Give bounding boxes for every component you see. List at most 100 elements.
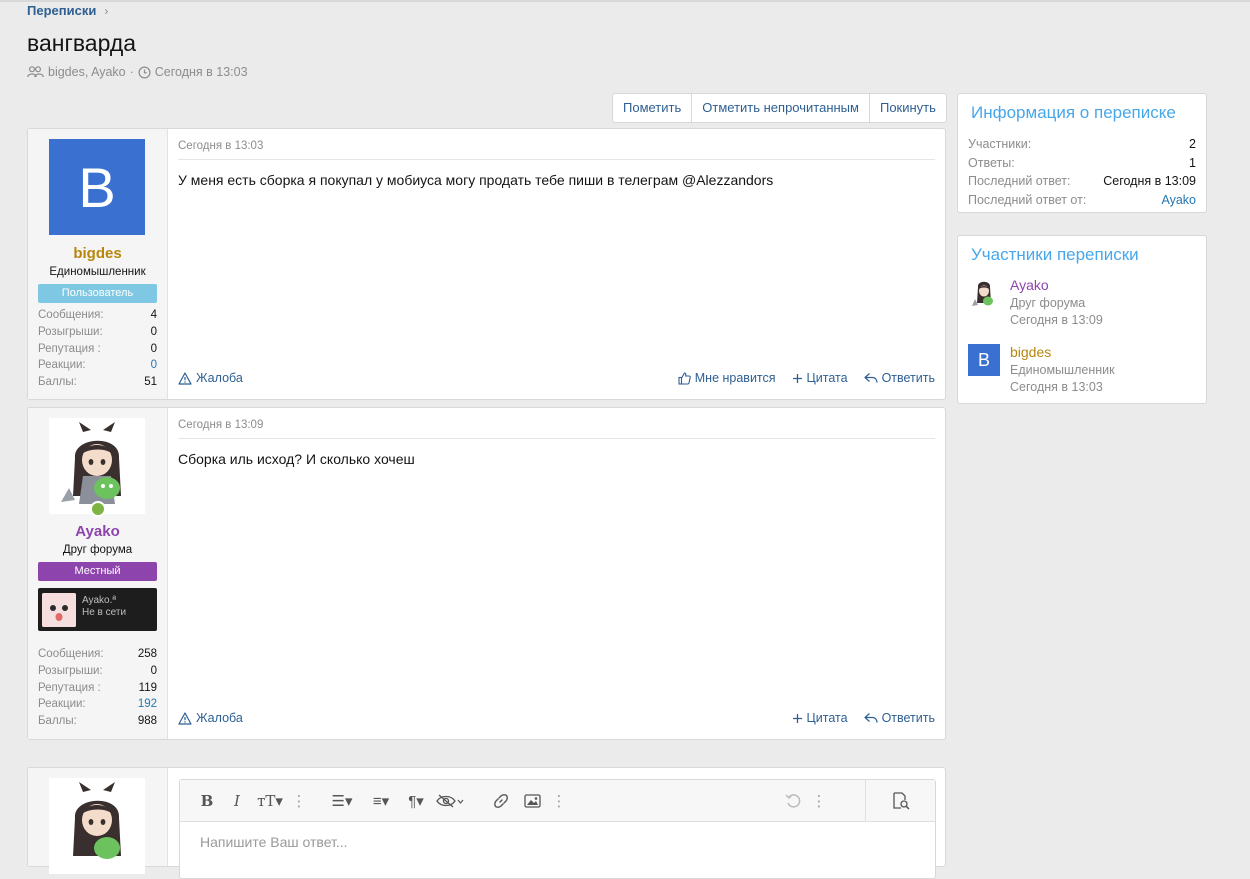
reply-input[interactable]: Напишите Ваш ответ... — [200, 834, 348, 850]
quote-label: Цитата — [806, 711, 848, 725]
info-value: 1 — [1189, 155, 1196, 170]
message-actions: Жалоба Цитата Ответить — [178, 711, 935, 725]
stat-row: Репутация : 0 — [38, 341, 157, 358]
preview-icon — [892, 791, 910, 810]
divider — [178, 438, 935, 439]
stat-row: Реакции: 192 — [38, 696, 157, 713]
stat-row: Розыгрыши: 0 — [38, 324, 157, 341]
stat-value[interactable]: 192 — [138, 696, 157, 713]
stat-value: 119 — [138, 681, 157, 694]
page-title: вангварда — [27, 30, 137, 56]
bold-icon[interactable]: B — [192, 786, 222, 816]
align-icon[interactable]: ≡▾ — [362, 786, 400, 816]
chevron-right-icon: › — [104, 3, 109, 18]
user-title: Друг форума — [62, 544, 133, 556]
stat-value[interactable]: 0 — [151, 357, 157, 374]
mark-unread-button[interactable]: Отметить непрочитанным — [691, 94, 869, 122]
participant-name[interactable]: bigdes — [1010, 344, 1115, 360]
participant-item[interactable]: Ayako Друг форума Сегодня в 13:09 — [968, 277, 1103, 327]
reply-editor: B I тТ▾ ⋮ ☰▾ ≡▾ ¶▾ ⋮ ⋮ Напишите Ваш отве… — [179, 779, 936, 879]
message-user-cell: Ayako Друг форума Местный Ayako.ª Не в с… — [28, 408, 168, 739]
quote-button[interactable]: Цитата — [792, 711, 848, 725]
image-icon[interactable] — [516, 786, 548, 816]
leave-button[interactable]: Покинуть — [868, 94, 946, 122]
divider — [178, 159, 935, 160]
message-actions: Жалоба Мне нравится Цитата Ответить — [178, 371, 935, 385]
participant-name[interactable]: Ayako — [1010, 277, 1103, 293]
breadcrumb-link[interactable]: Переписки — [27, 3, 96, 18]
report-button[interactable]: Жалоба — [178, 711, 243, 725]
more-vertical-icon[interactable]: ⋮ — [548, 786, 570, 816]
breadcrumb: Переписки › — [27, 3, 108, 18]
like-button[interactable]: Мне нравится — [678, 371, 776, 385]
participant-title: Друг форума — [1010, 296, 1086, 310]
participants-text[interactable]: bigdes, Ayako — [48, 65, 126, 79]
online-indicator-icon — [90, 501, 106, 517]
stat-label: Сообщения: — [38, 309, 104, 321]
message-date[interactable]: Сегодня в 13:09 — [178, 419, 263, 431]
warning-icon — [178, 711, 192, 725]
message-date[interactable]: Сегодня в 13:03 — [178, 140, 263, 152]
message-content: Сегодня в 13:03 У меня есть сборка я пок… — [168, 129, 945, 399]
stat-row: Реакции: 0 — [38, 357, 157, 374]
participants-title: Участники переписки — [971, 245, 1139, 264]
list-icon[interactable]: ☰▾ — [322, 786, 362, 816]
stat-label: Баллы: — [38, 715, 77, 728]
participant-avatar[interactable]: B — [968, 344, 1000, 376]
more-vertical-icon[interactable]: ⋮ — [808, 786, 830, 816]
user-title: Единомышленник — [49, 266, 146, 278]
participant-title: Единомышленник — [1010, 363, 1115, 377]
info-row: Последний ответ: Сегодня в 13:09 — [968, 172, 1196, 191]
avatar[interactable]: B — [49, 139, 145, 235]
hide-icon[interactable] — [432, 786, 468, 816]
username[interactable]: bigdes — [28, 245, 167, 262]
stat-row: Баллы: 988 — [38, 713, 157, 730]
undo-icon[interactable] — [778, 786, 808, 816]
report-button[interactable]: Жалоба — [178, 371, 243, 385]
stat-label: Репутация : — [38, 342, 101, 355]
reply-user-cell — [28, 768, 168, 874]
username[interactable]: Ayako — [28, 523, 167, 540]
stat-label: Розыгрыши: — [38, 664, 103, 677]
report-label: Жалоба — [196, 711, 243, 725]
mark-button[interactable]: Пометить — [613, 94, 691, 122]
report-label: Жалоба — [196, 371, 243, 385]
info-value[interactable]: Сегодня в 13:09 — [1103, 172, 1196, 191]
stat-value: 4 — [150, 309, 157, 321]
editor-toolbar: B I тТ▾ ⋮ ☰▾ ≡▾ ¶▾ ⋮ ⋮ — [180, 780, 935, 822]
stat-label: Сообщения: — [38, 648, 104, 660]
reply-icon — [863, 713, 878, 723]
more-vertical-icon[interactable]: ⋮ — [288, 786, 310, 816]
info-value: 2 — [1189, 137, 1196, 151]
conversation-info-block: Информация о переписке Участники: 2 Ответ… — [957, 93, 1207, 213]
stat-row: Репутация : 119 — [38, 680, 157, 697]
stat-value: 0 — [150, 664, 157, 677]
participant-item[interactable]: B bigdes Единомышленник Сегодня в 13:03 — [968, 344, 1115, 394]
status-text: Не в сети — [82, 606, 127, 618]
participant-avatar-icon[interactable] — [968, 277, 1000, 309]
message-body: Сборка иль исход? И сколько хочеш — [178, 451, 415, 467]
meta-date[interactable]: Сегодня в 13:03 — [155, 65, 248, 79]
message-1: B bigdes Единомышленник Пользователь Соо… — [27, 128, 946, 400]
preview-button[interactable] — [865, 780, 935, 821]
stat-value: 988 — [137, 715, 157, 728]
text-size-icon[interactable]: тТ▾ — [252, 786, 288, 816]
stat-label: Розыгрыши: — [38, 325, 103, 338]
info-value[interactable]: Ayako — [1161, 191, 1196, 210]
avatar[interactable] — [49, 418, 145, 514]
participant-date: Сегодня в 13:09 — [1010, 313, 1103, 327]
message-content: Сегодня в 13:09 Сборка иль исход? И скол… — [168, 408, 945, 739]
stat-row: Сообщения: 258 — [38, 646, 157, 663]
quote-button[interactable]: Цитата — [792, 371, 848, 385]
link-icon[interactable] — [486, 786, 516, 816]
info-label: Последний ответ от: — [968, 192, 1087, 207]
paragraph-icon[interactable]: ¶▾ — [400, 786, 432, 816]
reply-button[interactable]: Ответить — [863, 711, 935, 725]
my-avatar-icon[interactable] — [49, 778, 145, 874]
reply-label: Ответить — [881, 371, 935, 385]
italic-icon[interactable]: I — [222, 786, 252, 816]
status-name: Ayako.ª — [82, 594, 117, 606]
status-card[interactable]: Ayako.ª Не в сети — [38, 588, 157, 631]
message-2: Ayako Друг форума Местный Ayako.ª Не в с… — [27, 407, 946, 740]
reply-button[interactable]: Ответить — [863, 371, 935, 385]
